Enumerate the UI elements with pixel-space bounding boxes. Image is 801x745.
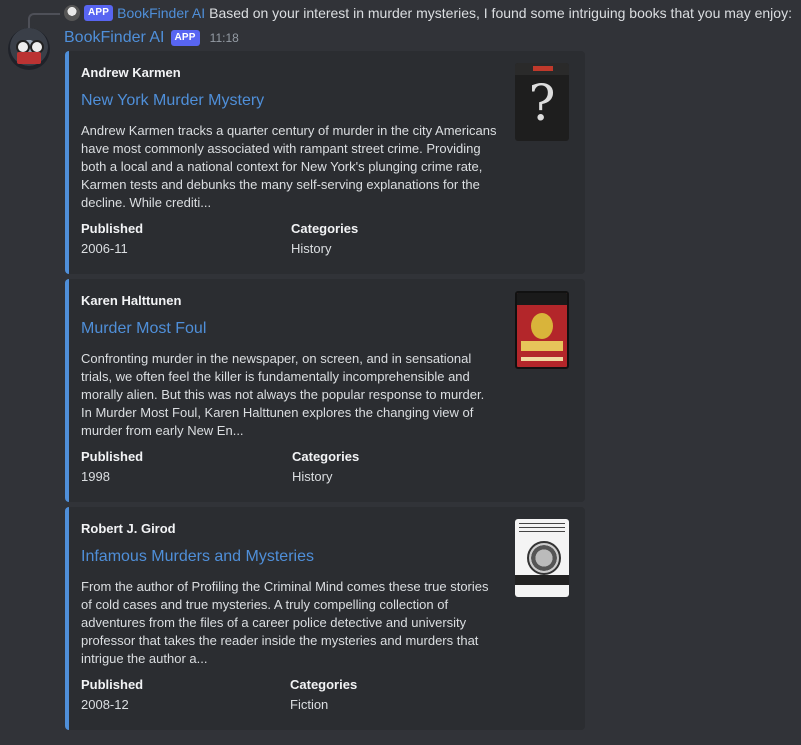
field-published-label: Published [81, 449, 144, 464]
field-published-label: Published [81, 221, 144, 236]
cover-author-strip [521, 357, 563, 361]
reply-avatar[interactable] [64, 5, 80, 21]
embed-description: Confronting murder in the newspaper, on … [81, 351, 485, 438]
cover-portrait [531, 313, 553, 339]
embed-description: From the author of Profiling the Crimina… [81, 579, 489, 666]
book-cover-thumbnail[interactable]: ? [515, 63, 569, 141]
cover-title-lines [519, 523, 565, 535]
cover-dark-bar [515, 575, 569, 585]
book-cover-thumbnail[interactable] [515, 519, 569, 597]
avatar-book [17, 52, 41, 64]
cover-subtitle-block [521, 341, 563, 351]
book-embed: Karen Halttunen Murder Most Foul Confron… [65, 279, 585, 502]
message-author[interactable]: BookFinder AI [64, 29, 165, 47]
field-published-value: 1998 [81, 469, 110, 484]
field-categories-label: Categories [292, 449, 360, 464]
message-header: BookFinder AI APP 11:18 [64, 29, 239, 47]
embed-author: Robert J. Girod [81, 521, 176, 536]
message-timestamp[interactable]: 11:18 [210, 31, 239, 45]
book-cover-thumbnail[interactable] [515, 291, 569, 369]
cover-title-band [517, 293, 567, 305]
field-published-value: 2008-12 [81, 697, 129, 712]
bot-avatar[interactable] [8, 28, 50, 70]
field-published-value: 2006-11 [81, 241, 128, 256]
book-embed: Robert J. Girod Infamous Murders and Mys… [65, 507, 585, 730]
message-app-badge: APP [170, 30, 200, 46]
reply-text[interactable]: Based on your interest in murder mysteri… [209, 5, 794, 21]
reply-content[interactable]: APP BookFinder AI Based on your interest… [64, 3, 794, 23]
field-published-label: Published [81, 677, 144, 692]
field-categories-value: History [292, 469, 333, 484]
cover-question-mark: ? [528, 74, 556, 132]
reply-author[interactable]: BookFinder AI [117, 5, 205, 21]
field-categories-value: History [291, 241, 332, 256]
field-categories-label: Categories [291, 221, 359, 236]
embed-description: Andrew Karmen tracks a quarter century o… [81, 123, 497, 210]
field-categories-value: Fiction [290, 697, 329, 712]
embed-title-link[interactable]: Murder Most Foul [81, 320, 206, 338]
book-embed: Andrew Karmen New York Murder Mystery An… [65, 51, 585, 274]
reply-app-badge: APP [84, 5, 114, 21]
embed-title-link[interactable]: New York Murder Mystery [81, 92, 264, 110]
field-categories-label: Categories [290, 677, 358, 692]
cover-red-title [533, 66, 553, 71]
cover-magnifier [527, 541, 561, 575]
embed-title-link[interactable]: Infamous Murders and Mysteries [81, 548, 314, 566]
embed-author: Karen Halttunen [81, 293, 182, 308]
reply-preview[interactable]: APP BookFinder AI Based on your interest… [0, 0, 801, 31]
embed-author: Andrew Karmen [81, 65, 181, 80]
